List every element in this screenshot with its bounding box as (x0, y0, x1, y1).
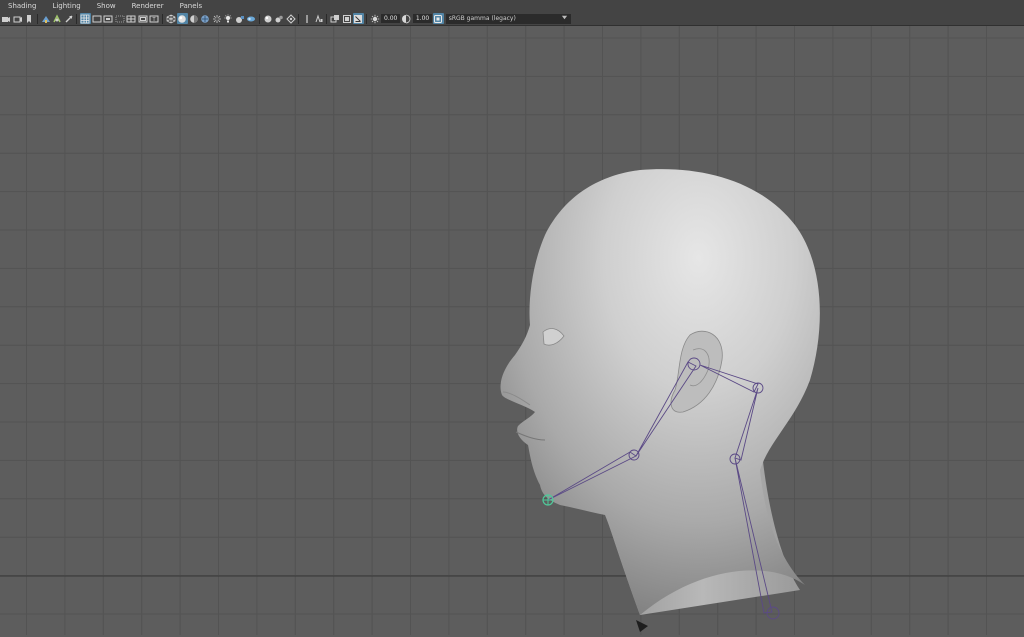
color-space-label: sRGB gamma (legacy) (448, 15, 516, 22)
xray-joints-icon[interactable] (330, 13, 341, 24)
field-chart-icon[interactable] (126, 13, 137, 24)
camera-attributes-icon[interactable] (12, 13, 23, 24)
safe-action-icon[interactable] (137, 13, 148, 24)
textured-icon[interactable] (200, 13, 211, 24)
motion-blur-icon[interactable] (246, 13, 257, 24)
bookmark-icon[interactable] (24, 13, 35, 24)
xray-active-icon[interactable] (313, 13, 324, 24)
head-mesh[interactable] (500, 169, 820, 632)
exposure-icon[interactable] (369, 13, 380, 24)
menu-renderer[interactable]: Renderer (124, 0, 172, 12)
menu-show[interactable]: Show (89, 0, 124, 12)
image-plane-icon[interactable] (40, 13, 51, 24)
selected-joint-chin[interactable] (542, 494, 554, 506)
film-gate-icon[interactable] (91, 13, 102, 24)
gate-mask-icon[interactable] (114, 13, 125, 24)
toolbar-separator (298, 13, 299, 24)
viewport-3d[interactable] (0, 26, 1024, 635)
default-material-icon[interactable] (188, 13, 199, 24)
gamma-icon[interactable] (401, 13, 412, 24)
toolbar-separator (76, 13, 77, 24)
gamma-field[interactable]: 1.00 (412, 14, 433, 23)
view-transform-icon[interactable] (432, 13, 444, 24)
toolbar-separator (161, 13, 163, 24)
xray-icon[interactable] (302, 13, 313, 24)
toolbar-separator (258, 13, 260, 24)
select-camera-icon[interactable] (1, 13, 12, 24)
smooth-shade-icon[interactable] (176, 13, 188, 24)
head-shape (500, 169, 820, 615)
screen-space-ao-icon[interactable] (234, 13, 245, 24)
chevron-down-icon (561, 14, 568, 23)
menu-lighting[interactable]: Lighting (44, 0, 88, 12)
menu-panels[interactable]: Panels (172, 0, 211, 12)
panel-toolbar: T 0.00 1.00 sRGB gamma (legacy) (0, 12, 1024, 26)
depth-of-field-icon[interactable] (274, 13, 285, 24)
multisample-aa-icon[interactable] (262, 13, 273, 24)
wireframe-icon[interactable] (165, 13, 176, 24)
panel-menubar: Shading Lighting Show Renderer Panels (0, 0, 1024, 12)
viewport-grid (0, 26, 1024, 635)
toolbar-separator (326, 13, 327, 24)
head-cutoff-shadow (636, 620, 648, 632)
two-d-pan-zoom-icon[interactable] (63, 13, 74, 24)
joint-neck-base (766, 606, 780, 620)
toolbar-separator (365, 13, 367, 24)
toolbar-separator (36, 13, 38, 24)
grid-icon[interactable] (79, 13, 91, 24)
use-all-lights-icon[interactable] (211, 13, 222, 24)
menu-shading[interactable]: Shading (0, 0, 44, 12)
resolution-gate-icon[interactable] (103, 13, 114, 24)
exposure-field[interactable]: 0.00 (381, 14, 401, 23)
viewport-canvas (0, 26, 1024, 635)
backface-cull-icon[interactable] (341, 13, 352, 24)
wireframe-on-shaded-icon[interactable] (352, 13, 364, 24)
isolate-select-icon[interactable] (285, 13, 296, 24)
color-space-dropdown[interactable]: sRGB gamma (legacy) (445, 13, 571, 24)
grease-pencil-icon[interactable] (52, 13, 63, 24)
safe-title-icon[interactable]: T (149, 13, 160, 24)
shadows-icon[interactable] (223, 13, 234, 24)
